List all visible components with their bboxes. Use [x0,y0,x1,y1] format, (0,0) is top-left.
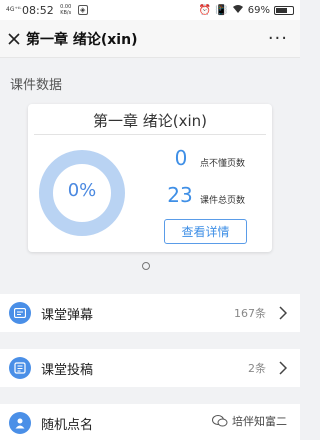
wechat-logo-icon [212,415,228,427]
more-options-button[interactable]: ··· [268,28,288,49]
status-bar: 4G⁺ᵗᴸ 08:52 0.00 KB/s ◈ ⏰ 📳 69% [0,0,300,20]
barrage-icon [9,302,31,324]
chevron-right-icon [272,294,294,332]
close-button[interactable] [2,20,26,58]
list-item-submission[interactable]: 课堂投稿 2条 [0,349,300,387]
wifi-icon [232,4,244,17]
total-pages-label: 课件总页数 [200,196,246,206]
list-item-label: 课堂投稿 [41,362,94,378]
page-title: 第一章 绪论(xin) [26,31,138,48]
close-icon [8,32,20,45]
list-item-label: 随机点名 [41,417,94,433]
nav-bar: 第一章 绪论(xin) ··· [0,20,300,58]
notification-app-icon: ◈ [77,5,88,15]
watermark-text: 培伴知富二 [232,415,287,428]
card-divider [34,134,266,135]
battery-icon [274,5,294,15]
watermark: 培伴知富二 [212,413,287,429]
signal-indicator: 4G⁺ᵗᴸ [6,6,22,13]
section-title: 课件数据 [10,78,63,93]
courseware-card[interactable]: 第一章 绪论(xin) 0% 0 点不懂页数 23 课件总页数 查看详情 [28,104,272,252]
list-item-barrage[interactable]: 课堂弹幕 167条 [0,294,300,332]
unclear-pages-label: 点不懂页数 [200,159,246,169]
unclear-pages-count: 0 [174,146,188,170]
submission-icon [9,357,31,379]
network-speed: 0.00 KB/s [60,4,72,16]
chevron-right-icon [272,349,294,387]
carousel-page-indicator [142,262,150,270]
total-pages-count: 23 [167,183,193,207]
list-item-count: 167条 [234,307,266,320]
vibrate-icon: 📳 [215,4,228,16]
battery-percent: 69% [247,4,270,16]
list-item-label: 课堂弹幕 [41,307,94,323]
card-title: 第一章 绪论(xin) [92,112,208,130]
view-details-button[interactable]: 查看详情 [164,219,247,244]
progress-percent: 0% [67,180,97,201]
person-icon [9,412,31,434]
status-time: 08:52 [22,3,54,17]
list-item-count: 2条 [248,362,266,375]
alarm-icon: ⏰ [198,4,212,16]
